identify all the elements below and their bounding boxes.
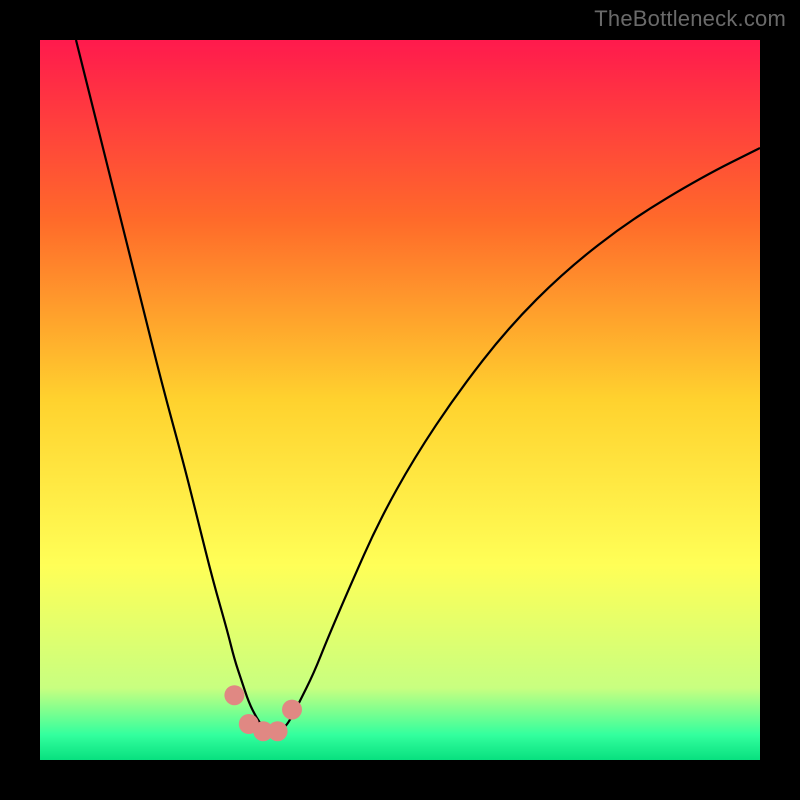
curve-marker xyxy=(282,700,302,720)
curve-marker xyxy=(268,721,288,741)
curve-marker xyxy=(224,685,244,705)
watermark-label: TheBottleneck.com xyxy=(594,6,786,32)
chart-svg xyxy=(40,40,760,760)
plot-area xyxy=(40,40,760,760)
plot-background xyxy=(40,40,760,760)
chart-frame: TheBottleneck.com xyxy=(0,0,800,800)
